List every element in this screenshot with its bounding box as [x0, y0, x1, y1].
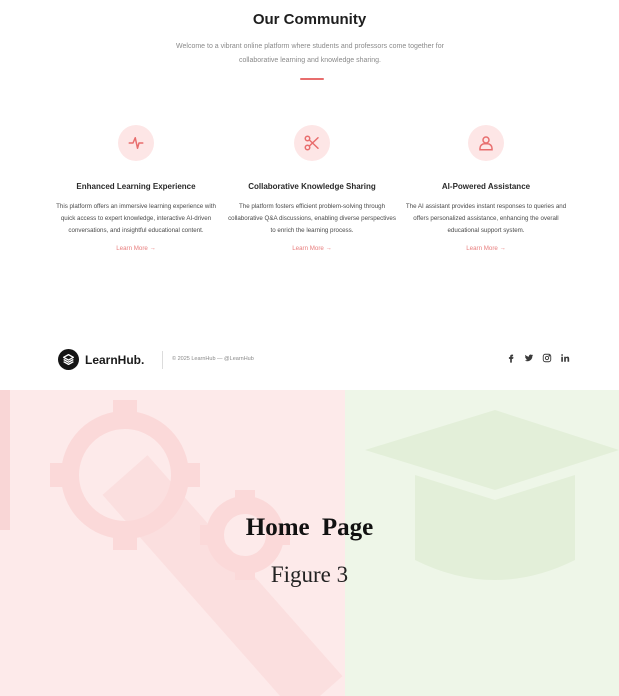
figure-label: Figure 3 [270, 562, 349, 587]
feature-title: Enhanced Learning Experience [76, 182, 196, 191]
title-underline [300, 78, 324, 80]
user-icon [479, 136, 493, 151]
feature-description: The platform fosters efficient problem-s… [228, 203, 396, 234]
learn-more-link[interactable]: Learn More → [292, 245, 332, 252]
footer-divider [162, 351, 163, 369]
social-links [506, 353, 570, 363]
learn-more-link[interactable]: Learn More → [116, 245, 156, 252]
site-footer: LearnHub. © 2025 LearnHub — @LearnHub [58, 348, 570, 374]
community-section: Our Community Welcome to a vibrant onlin… [0, 0, 619, 370]
instagram-icon[interactable] [542, 353, 552, 363]
feature-description: This platform offers an immersive learni… [56, 203, 216, 234]
facebook-icon[interactable] [506, 353, 516, 363]
feature-icon-badge [118, 125, 154, 161]
watermark-panel-left [0, 390, 345, 696]
caption-title: Home Page [245, 514, 374, 541]
scissors-icon [304, 135, 319, 151]
copyright-text: © 2025 LearnHub — @LearnHub [172, 356, 254, 362]
feature-card-ai: AI-Powered Assistance The AI assistant p… [400, 125, 572, 255]
watermark-panel-right [345, 390, 619, 696]
twitter-icon[interactable] [524, 353, 534, 363]
gear-watermark-icon [50, 400, 343, 696]
brand-name[interactable]: LearnHub. [85, 353, 144, 367]
pulse-icon [128, 137, 144, 149]
graduation-cap-watermark-icon [365, 410, 619, 580]
intro-line-2: collaborative learning and knowledge sha… [238, 57, 382, 64]
logo-icon[interactable] [58, 349, 79, 370]
feature-title: AI-Powered Assistance [441, 182, 531, 191]
learn-more-link[interactable]: Learn More → [466, 245, 506, 252]
linkedin-icon[interactable] [560, 353, 570, 363]
intro-line-1: Welcome to a vibrant online platform whe… [176, 43, 444, 50]
feature-description: The AI assistant provides instant respon… [405, 203, 567, 234]
feature-title: Collaborative Knowledge Sharing [248, 182, 376, 191]
section-intro: Welcome to a vibrant online platform whe… [170, 40, 450, 68]
feature-card-collaboration: Collaborative Knowledge Sharing The plat… [226, 125, 398, 255]
feature-icon-badge [468, 125, 504, 161]
section-title: Our Community [252, 11, 367, 28]
feature-card-learning: Enhanced Learning Experience This platfo… [50, 125, 222, 255]
feature-icon-badge [294, 125, 330, 161]
figure-caption-area: Home Page Figure 3 [0, 390, 619, 696]
